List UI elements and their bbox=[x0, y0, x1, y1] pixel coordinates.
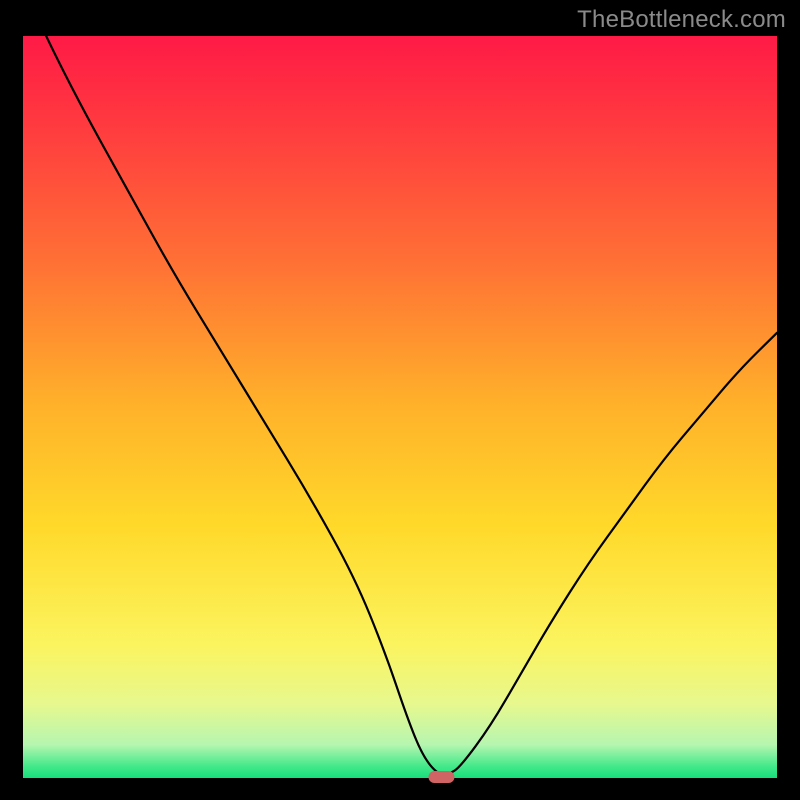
attribution-label: TheBottleneck.com bbox=[577, 6, 786, 34]
optimal-marker bbox=[428, 771, 454, 783]
plot-background bbox=[23, 36, 777, 778]
chart-container: TheBottleneck.com bbox=[0, 0, 800, 800]
bottleneck-chart bbox=[0, 0, 800, 800]
